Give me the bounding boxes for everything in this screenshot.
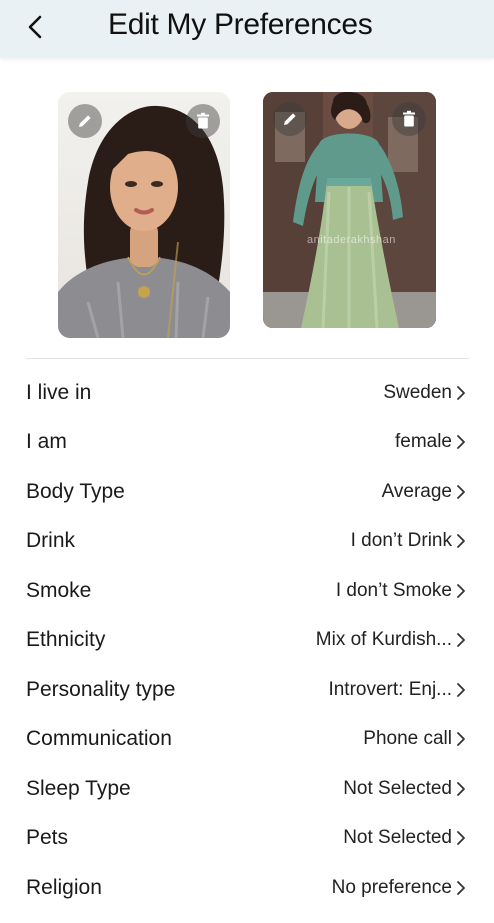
pref-row-religion[interactable]: Religion No preference (0, 863, 494, 913)
pref-label: Sleep Type (26, 776, 131, 800)
pref-label: Religion (26, 875, 102, 899)
pref-value: Not Selected (343, 827, 452, 849)
photo-watermark: anitaderakhshan (307, 234, 396, 246)
pref-row-communication[interactable]: Communication Phone call (0, 715, 494, 765)
pref-value: Mix of Kurdish... (315, 629, 452, 651)
pref-value: Introvert: Enj... (328, 678, 452, 700)
pref-value: Average (381, 480, 452, 502)
profile-photo-2[interactable]: anitaderakhshan (263, 92, 436, 328)
pref-row-live-in[interactable]: I live in Sweden (0, 368, 494, 418)
pref-value: female (394, 431, 452, 453)
pref-row-personality[interactable]: Personality type Introvert: Enj... (0, 665, 494, 715)
pref-row-sleep-type[interactable]: Sleep Type Not Selected (0, 764, 494, 814)
app-header: Edit My Preferences (0, 0, 494, 58)
pref-value: I don’t Smoke (335, 579, 452, 601)
profile-photo-1[interactable] (58, 92, 230, 338)
pref-label: Personality type (26, 677, 176, 701)
pref-value: Sweden (383, 381, 452, 403)
chevron-right-icon (457, 385, 465, 400)
section-divider (26, 358, 469, 359)
preferences-list: I live in Sweden I am female Body Type A… (0, 368, 494, 913)
pref-row-drink[interactable]: Drink I don’t Drink (0, 517, 494, 567)
pencil-icon (79, 115, 91, 127)
pref-label: I live in (26, 380, 92, 404)
chevron-right-icon (457, 831, 465, 846)
chevron-left-icon (28, 15, 42, 39)
delete-photo-button[interactable] (186, 104, 220, 138)
pref-label: Pets (26, 826, 69, 850)
pref-value: Phone call (363, 728, 452, 750)
edit-photo-button[interactable] (273, 102, 307, 136)
delete-photo-button[interactable] (392, 102, 426, 136)
chevron-right-icon (457, 781, 465, 796)
pref-label: Smoke (26, 578, 92, 602)
pencil-icon (284, 113, 296, 125)
chevron-right-icon (457, 534, 465, 549)
pref-value: Not Selected (343, 777, 452, 799)
pref-label: Body Type (26, 479, 125, 503)
back-button[interactable] (18, 10, 52, 44)
pref-row-smoke[interactable]: Smoke I don’t Smoke (0, 566, 494, 616)
pref-label: Ethnicity (26, 628, 106, 652)
trash-icon (197, 112, 209, 129)
chevron-right-icon (457, 732, 465, 747)
trash-icon (403, 110, 415, 127)
pref-row-gender[interactable]: I am female (0, 418, 494, 468)
chevron-right-icon (457, 880, 465, 895)
chevron-right-icon (457, 633, 465, 648)
chevron-right-icon (457, 682, 465, 697)
page-title: Edit My Preferences (108, 8, 373, 41)
pref-label: Drink (26, 529, 76, 553)
pref-value: I don’t Drink (350, 530, 452, 552)
pref-label: Communication (26, 727, 172, 751)
pref-row-ethnicity[interactable]: Ethnicity Mix of Kurdish... (0, 616, 494, 666)
edit-photo-button[interactable] (68, 104, 102, 138)
chevron-right-icon (457, 583, 465, 598)
pref-label: I am (26, 430, 67, 454)
pref-row-body-type[interactable]: Body Type Average (0, 467, 494, 517)
pref-row-pets[interactable]: Pets Not Selected (0, 814, 494, 864)
chevron-right-icon (457, 435, 465, 450)
chevron-right-icon (457, 484, 465, 499)
pref-value: No preference (331, 876, 452, 898)
